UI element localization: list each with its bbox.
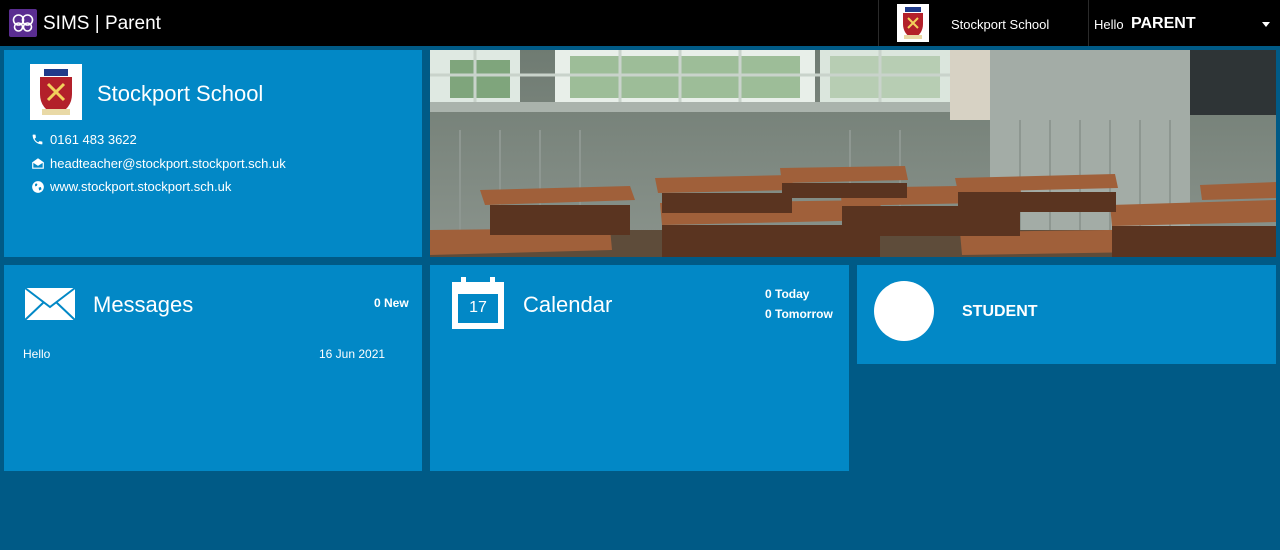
messages-new-count: 0 New: [374, 296, 409, 310]
calendar-tile[interactable]: 17 Calendar 0 Today 0 Tomorrow: [430, 265, 849, 471]
message-subject: Hello: [23, 347, 51, 361]
sims-logo-icon[interactable]: [9, 9, 37, 37]
calendar-tomorrow-count: 0 Tomorrow: [765, 307, 833, 321]
calendar-icon: 17: [451, 276, 505, 330]
school-crest-icon: [30, 64, 82, 120]
chevron-down-icon[interactable]: [1262, 22, 1270, 27]
top-bar: SIMS | Parent Stockport School Hello PAR…: [0, 0, 1280, 46]
student-name: STUDENT: [962, 303, 1038, 320]
globe-icon: [30, 179, 45, 194]
app-title[interactable]: SIMS | Parent: [43, 13, 161, 35]
school-website: www.stockport.stockport.sch.uk: [50, 179, 232, 194]
website-row[interactable]: www.stockport.stockport.sch.uk: [30, 179, 231, 194]
school-info-tile: Stockport School 0161 483 3622 headteach…: [4, 50, 422, 257]
student-tile[interactable]: STUDENT: [857, 265, 1276, 364]
classroom-photo: [430, 50, 1276, 257]
school-phone: 0161 483 3622: [50, 132, 137, 147]
envelope-open-icon: [30, 156, 45, 171]
calendar-day-number: 17: [469, 299, 487, 316]
envelope-icon: [24, 287, 76, 326]
avatar: [874, 281, 934, 341]
messages-title: Messages: [93, 292, 194, 317]
header-school-name[interactable]: Stockport School: [951, 17, 1049, 32]
greeting-label: Hello: [1094, 17, 1124, 32]
school-name: Stockport School: [97, 81, 264, 106]
phone-icon: [30, 132, 45, 147]
email-row[interactable]: headteacher@stockport.stockport.sch.uk: [30, 156, 286, 171]
school-email: headteacher@stockport.stockport.sch.uk: [50, 156, 286, 171]
phone-row[interactable]: 0161 483 3622: [30, 132, 137, 147]
calendar-title: Calendar: [523, 292, 613, 317]
message-date: 16 Jun 2021: [319, 347, 386, 361]
messages-tile[interactable]: Messages 0 New Hello 16 Jun 2021: [4, 265, 422, 471]
divider: [878, 0, 879, 46]
school-crest-icon[interactable]: [897, 4, 929, 42]
calendar-today-count: 0 Today: [765, 287, 810, 301]
divider: [1088, 0, 1089, 46]
user-menu[interactable]: PARENT: [1131, 15, 1196, 33]
